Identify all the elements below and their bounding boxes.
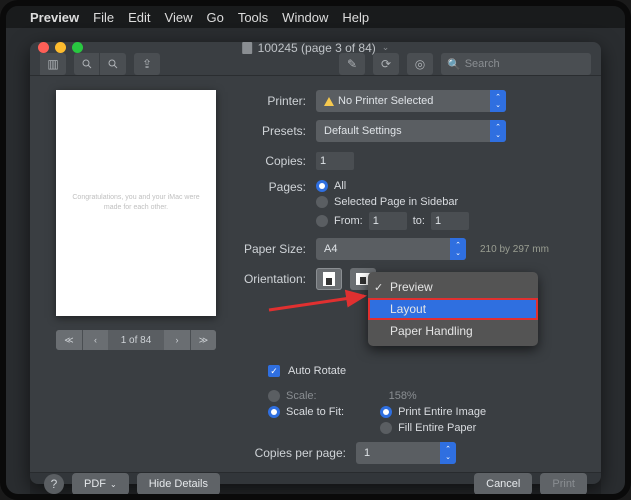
sidebar-view-button[interactable]: ▥ (40, 53, 66, 75)
menu-view[interactable]: View (165, 10, 193, 25)
section-menu: ✓ Preview Layout Paper Handling (368, 272, 538, 346)
system-menubar: Preview File Edit View Go Tools Window H… (6, 6, 625, 28)
printer-label: Printer: (236, 94, 316, 108)
scale-to-fit-radio[interactable] (268, 406, 280, 418)
check-icon: ✓ (374, 281, 383, 294)
menu-window[interactable]: Window (282, 10, 328, 25)
document-icon (242, 42, 252, 54)
printer-popup[interactable]: No Printer Selected (316, 90, 506, 112)
scale-radio[interactable] (268, 390, 280, 402)
pages-from-field[interactable]: 1 (369, 212, 407, 230)
scale-to-fit-label: Scale to Fit: (286, 406, 344, 418)
pages-all-radio[interactable] (316, 180, 328, 192)
paper-size-popup[interactable]: A4 (316, 238, 466, 260)
pages-range-radio[interactable] (316, 215, 328, 227)
auto-rotate-checkbox[interactable]: ✓ (268, 365, 280, 377)
fill-paper-radio[interactable] (380, 422, 392, 434)
markup-button[interactable]: ✎ (339, 53, 365, 75)
paper-size-value: A4 (324, 243, 337, 255)
copies-label: Copies: (236, 154, 316, 168)
close-button[interactable] (38, 42, 49, 53)
zoom-out-button[interactable] (74, 53, 100, 75)
cancel-button[interactable]: Cancel (474, 473, 532, 495)
pages-to-label: to: (413, 215, 425, 227)
page-navigator: ≪ ‹ 1 of 84 › ≫ (56, 330, 216, 350)
portrait-icon (323, 272, 335, 286)
orientation-portrait-button[interactable] (316, 268, 342, 290)
zoom-in-button[interactable] (100, 53, 126, 75)
menu-item-paper-handling[interactable]: Paper Handling (368, 320, 538, 342)
menu-item-preview[interactable]: ✓ Preview (368, 276, 538, 298)
minimize-button[interactable] (55, 42, 66, 53)
pages-to-field[interactable]: 1 (431, 212, 469, 230)
rotate-button[interactable]: ⟳ (373, 53, 399, 75)
pdf-button[interactable]: PDF⌄ (72, 473, 129, 495)
paper-dimensions: 210 by 297 mm (480, 244, 549, 255)
pages-selected-label: Selected Page in Sidebar (334, 196, 458, 208)
titlebar: 100245 (page 3 of 84) ⌄ (30, 42, 601, 53)
help-button[interactable]: ? (44, 474, 64, 494)
print-button[interactable]: Print (540, 473, 587, 495)
menu-edit[interactable]: Edit (128, 10, 150, 25)
zoom-button[interactable] (72, 42, 83, 53)
presets-popup[interactable]: Default Settings (316, 120, 506, 142)
search-placeholder: Search (465, 58, 500, 70)
auto-rotate-label: Auto Rotate (288, 365, 346, 377)
page-indicator: 1 of 84 (108, 335, 164, 346)
print-entire-radio[interactable] (380, 406, 392, 418)
scale-label: Scale: (286, 390, 317, 402)
fill-paper-label: Fill Entire Paper (398, 422, 476, 434)
search-icon: 🔍 (447, 58, 461, 71)
window-title: 100245 (page 3 of 84) (258, 41, 376, 55)
pages-all-label: All (334, 180, 346, 192)
title-dropdown-icon[interactable]: ⌄ (382, 42, 390, 53)
first-page-button[interactable]: ≪ (56, 330, 82, 350)
search-input[interactable]: 🔍 Search (441, 53, 591, 75)
copies-per-page-value: 1 (364, 447, 370, 459)
paper-size-label: Paper Size: (236, 242, 316, 256)
copies-field[interactable]: 1 (316, 152, 354, 170)
menu-tools[interactable]: Tools (238, 10, 268, 25)
copies-per-page-label: Copies per page: (236, 446, 356, 460)
menu-go[interactable]: Go (206, 10, 223, 25)
page-content-text: Congratulations, you and your iMac were … (66, 193, 206, 213)
next-page-button[interactable]: › (164, 330, 190, 350)
app-name[interactable]: Preview (30, 10, 79, 25)
edit-button[interactable]: ◎ (407, 53, 433, 75)
presets-label: Presets: (236, 124, 316, 138)
toolbar: ▥ ⇪ ✎ ⟳ ◎ 🔍 Search (30, 53, 601, 76)
hide-details-button[interactable]: Hide Details (137, 473, 220, 495)
printer-value: No Printer Selected (338, 95, 433, 107)
pages-selected-radio[interactable] (316, 196, 328, 208)
prev-page-button[interactable]: ‹ (82, 330, 108, 350)
pages-from-label: From: (334, 215, 363, 227)
presets-value: Default Settings (324, 125, 402, 137)
last-page-button[interactable]: ≫ (190, 330, 216, 350)
orientation-label: Orientation: (236, 272, 316, 286)
copies-per-page-popup[interactable]: 1 (356, 442, 456, 464)
menu-file[interactable]: File (93, 10, 114, 25)
scale-value: 158% (389, 390, 417, 402)
dialog-footer: ? PDF⌄ Hide Details Cancel Print (30, 472, 601, 495)
warning-icon (324, 97, 334, 106)
menu-item-layout[interactable]: Layout (368, 298, 538, 320)
print-dialog: 100245 (page 3 of 84) ⌄ ▥ ⇪ ✎ ⟳ ◎ 🔍 Sear… (30, 42, 601, 484)
menu-help[interactable]: Help (342, 10, 369, 25)
print-preview-page: Congratulations, you and your iMac were … (56, 90, 216, 316)
share-button[interactable]: ⇪ (134, 53, 160, 75)
print-entire-label: Print Entire Image (398, 406, 486, 418)
pages-label: Pages: (236, 180, 316, 194)
